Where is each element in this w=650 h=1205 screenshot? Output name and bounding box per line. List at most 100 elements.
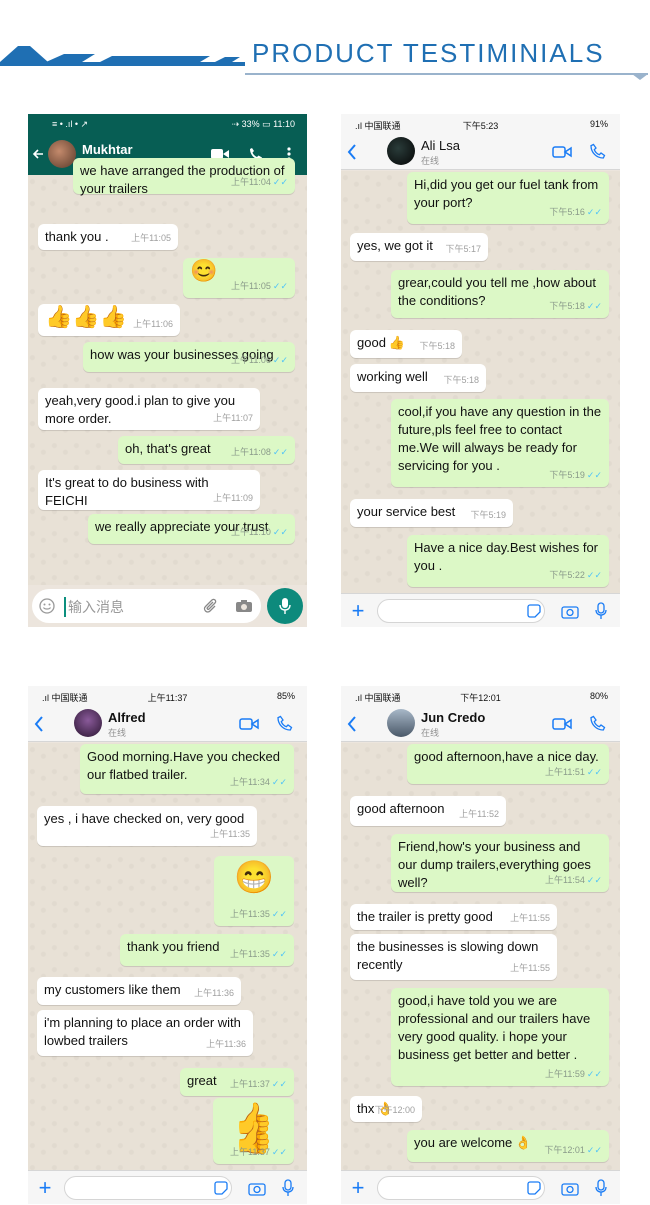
outgoing-message[interactable]: 👍👍 上午11:37 ✓✓ — [213, 1098, 294, 1164]
outgoing-message[interactable]: cool,if you have any question in the fut… — [391, 399, 609, 487]
emoji: 👌 — [515, 1135, 532, 1150]
plus-icon[interactable]: + — [347, 1175, 369, 1200]
message-input[interactable] — [64, 1176, 232, 1200]
plus-icon[interactable]: + — [347, 598, 369, 623]
avatar[interactable] — [387, 137, 415, 165]
incoming-message[interactable]: i'm planning to place an order with lowb… — [37, 1010, 253, 1056]
call-icon[interactable] — [589, 142, 607, 160]
incoming-message[interactable]: yes , i have checked on, very good 上午11:3… — [37, 806, 257, 846]
outgoing-message[interactable]: we have arranged the production of your … — [73, 158, 295, 196]
message-text: working well — [357, 369, 428, 384]
mic-icon[interactable] — [267, 588, 303, 624]
incoming-message[interactable]: 👍👍👍 上午11:06 — [38, 304, 180, 336]
avatar[interactable] — [74, 709, 102, 737]
contact-name[interactable]: Ali Lsa — [421, 138, 460, 153]
message-text: It's great to do business with FEICHI — [45, 475, 209, 508]
emoji-icon[interactable] — [38, 597, 56, 615]
read-receipt-icon: ✓✓ — [272, 281, 288, 291]
contact-name[interactable]: Jun Credo — [421, 710, 485, 725]
camera-icon[interactable] — [560, 602, 580, 620]
chat-screenshot-mukhtar: ≡ • .ıl • ↗ ⇢ 33% ▭ 11:10 Mukhtar 在线 we … — [28, 114, 307, 627]
avatar[interactable] — [387, 709, 415, 737]
sticker-icon[interactable] — [526, 1180, 542, 1196]
camera-icon[interactable] — [234, 597, 254, 615]
message-time: 上午11:05 — [131, 233, 171, 243]
message-text: yes, we got it — [357, 238, 433, 253]
video-icon[interactable] — [551, 716, 573, 732]
emoji: 👍👍👍 — [45, 304, 128, 329]
status-bar: ≡ • .ıl • ↗ ⇢ 33% ▭ 11:10 — [28, 114, 307, 134]
chat-screenshot-alfred: .ıl 中国联通 上午11:37 85% Alfred 在线 Good morn… — [28, 686, 307, 1204]
incoming-message[interactable]: thx 👌 下午12:00 — [350, 1096, 422, 1122]
outgoing-message[interactable]: Hi,did you get our fuel tank from your p… — [407, 172, 609, 224]
plus-icon[interactable]: + — [34, 1175, 56, 1200]
message-text: yes , i have checked on, very good — [44, 811, 245, 826]
outgoing-message[interactable]: 😁 上午11:35 ✓✓ — [214, 856, 294, 926]
message-text: the trailer is pretty good — [357, 909, 493, 924]
message-time: 上午11:36 — [194, 988, 234, 998]
message-input[interactable] — [377, 1176, 545, 1200]
message-input[interactable] — [377, 599, 545, 623]
mic-icon[interactable] — [593, 1178, 609, 1198]
message-time: 上午11:55 — [510, 913, 550, 923]
contact-name[interactable]: Alfred — [108, 710, 146, 725]
camera-icon[interactable] — [560, 1179, 580, 1197]
outgoing-message[interactable]: 😊 上午11:05 ✓✓ — [183, 258, 295, 298]
message-time: 上午11:09 — [213, 493, 253, 503]
back-icon[interactable] — [31, 146, 45, 162]
camera-icon[interactable] — [247, 1179, 267, 1197]
status-right: 80% — [589, 691, 608, 701]
outgoing-message[interactable]: Have a nice day.Best wishes for you . 下午5… — [407, 535, 609, 587]
contact-name[interactable]: Mukhtar — [82, 142, 133, 157]
message-text: my customers like them — [44, 982, 181, 997]
incoming-message[interactable]: your service best 下午5:19 — [350, 499, 513, 527]
incoming-message[interactable]: the trailer is pretty good 上午11:55 — [350, 904, 557, 930]
outgoing-message[interactable]: we really appreciate your trust 上午11:10 ✓✓ — [88, 514, 295, 544]
message-text: good,i have told you we are professional… — [398, 993, 591, 1062]
outgoing-message[interactable]: good,i have told you we are professional… — [391, 988, 609, 1086]
message-time: 上午11:07 — [213, 413, 253, 423]
back-icon[interactable] — [345, 714, 359, 734]
emoji: 😁 — [234, 859, 274, 895]
incoming-message[interactable]: the businesses is slowing down recently 上… — [350, 934, 557, 980]
outgoing-message[interactable]: Friend,how's your business and our dump … — [391, 834, 609, 892]
incoming-message[interactable]: good afternoon 上午11:52 — [350, 796, 506, 826]
message-text: you are welcome — [414, 1135, 513, 1150]
back-icon[interactable] — [32, 714, 46, 734]
incoming-message[interactable]: yeah,very good.i plan to give you more o… — [38, 388, 260, 430]
mic-icon[interactable] — [593, 601, 609, 621]
incoming-message[interactable]: good 👍 下午5:18 — [350, 330, 462, 358]
message-time: 下午5:18 ✓✓ — [549, 301, 602, 311]
outgoing-message[interactable]: great 上午11:37 ✓✓ — [180, 1068, 294, 1096]
attach-icon[interactable] — [201, 597, 219, 615]
read-receipt-icon: ✓✓ — [271, 949, 287, 959]
video-icon[interactable] — [551, 144, 573, 160]
message-time: 上午11:54 ✓✓ — [545, 875, 602, 885]
call-icon[interactable] — [589, 714, 607, 732]
message-text: yeah,very good.i plan to give you more o… — [45, 393, 236, 426]
mic-icon[interactable] — [280, 1178, 296, 1198]
incoming-message[interactable]: thank you . 上午11:05 — [38, 224, 178, 250]
message-time: 上午11:08 ✓✓ — [231, 447, 288, 457]
outgoing-message[interactable]: Good morning.Have you checked our flatbe… — [80, 744, 294, 794]
outgoing-message[interactable]: good afternoon,have a nice day. 上午11:51 ✓✓ — [407, 744, 609, 784]
outgoing-message[interactable]: grear,could you tell me ,how about the c… — [391, 270, 609, 318]
video-icon[interactable] — [238, 716, 260, 732]
sticker-icon[interactable] — [526, 603, 542, 619]
status-right: 91% — [589, 119, 608, 129]
outgoing-message[interactable]: you are welcome 👌 下午12:01 ✓✓ — [407, 1130, 609, 1162]
sticker-icon[interactable] — [213, 1180, 229, 1196]
incoming-message[interactable]: It's great to do business with FEICHI 上午1… — [38, 470, 260, 510]
call-icon[interactable] — [276, 714, 294, 732]
outgoing-message[interactable]: how was your businesses going 上午11:06 ✓✓ — [83, 342, 295, 372]
message-time: 上午11:55 — [510, 963, 550, 973]
avatar[interactable] — [48, 140, 76, 168]
back-icon[interactable] — [345, 142, 359, 162]
incoming-message[interactable]: yes, we got it 下午5:17 — [350, 233, 488, 261]
message-time: 下午5:18 — [419, 341, 455, 351]
outgoing-message[interactable]: oh, that's great 上午11:08 ✓✓ — [118, 436, 295, 464]
outgoing-message[interactable]: thank you friend 上午11:35 ✓✓ — [120, 934, 294, 966]
incoming-message[interactable]: my customers like them 上午11:36 — [37, 977, 241, 1005]
incoming-message[interactable]: working well 下午5:18 — [350, 364, 486, 392]
status-bar: .ıl 中国联通 下午12:01 80% — [341, 686, 620, 706]
